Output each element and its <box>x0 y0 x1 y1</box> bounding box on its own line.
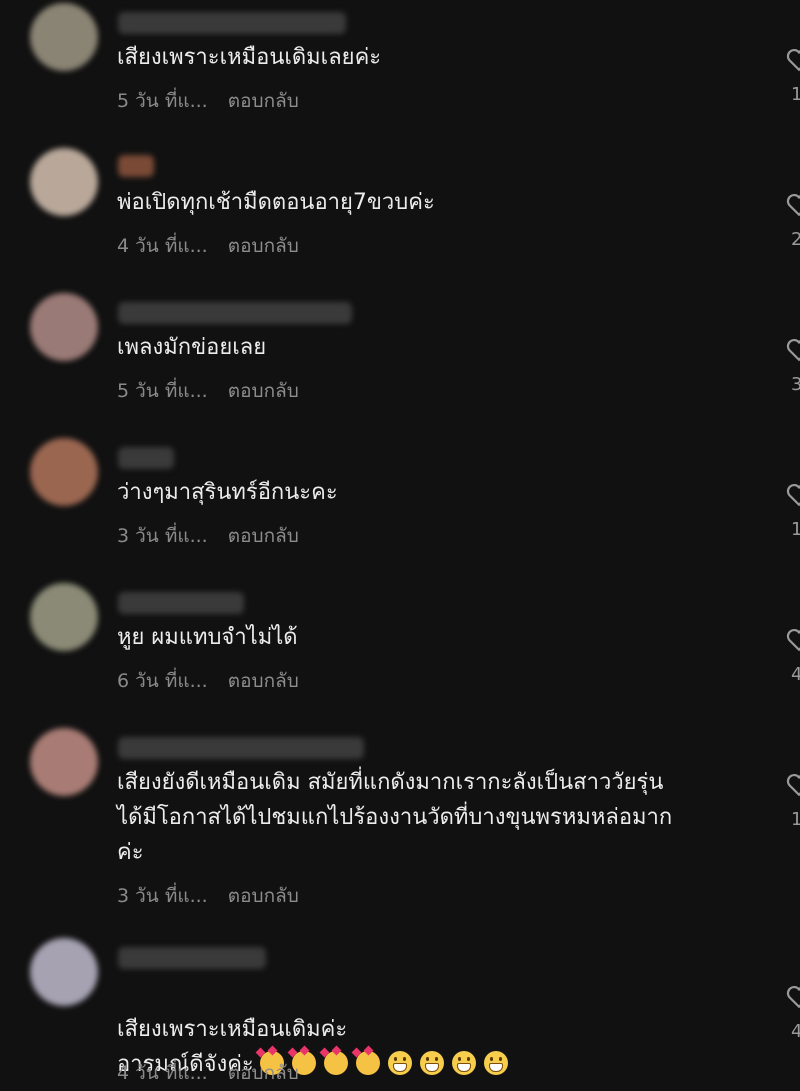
username-blurred[interactable] <box>118 592 244 614</box>
grinning-face-icon <box>483 1051 508 1075</box>
heart-outline-icon[interactable] <box>786 773 800 797</box>
heart-outline-icon[interactable] <box>786 193 800 217</box>
grinning-face-icon <box>387 1051 412 1075</box>
avatar[interactable] <box>30 938 98 1006</box>
comment-item: เสียงเพราะเหมือนเดิมเลยค่ะ 5 วัน ที่แ...… <box>0 0 800 140</box>
comment-meta: 3 วัน ที่แ... ตอบกลับ <box>117 881 299 911</box>
comment-item: ว่างๆมาสุรินทร์อีกนะคะ 3 วัน ที่แ... ตอบ… <box>0 435 800 575</box>
comment-meta: 5 วัน ที่แ... ตอบกลับ <box>117 86 299 116</box>
like-count: 4 <box>791 1021 800 1042</box>
reply-button[interactable]: ตอบกลับ <box>228 1062 299 1084</box>
reply-button[interactable]: ตอบกลับ <box>228 885 299 907</box>
comment-item: พ่อเปิดทุกเช้ามืดตอนอายุ7ขวบค่ะ 4 วัน ที… <box>0 145 800 285</box>
comment-time: 3 วัน ที่แ... <box>117 525 208 547</box>
comment-time: 4 วัน ที่แ... <box>117 235 208 257</box>
comment-meta: 4 วัน ที่แ... ตอบกลับ <box>117 231 299 261</box>
comment-text: ว่างๆมาสุรินทร์อีกนะคะ <box>117 480 338 505</box>
username-blurred[interactable] <box>118 12 346 34</box>
comment-meta: 6 วัน ที่แ... ตอบกลับ <box>117 666 299 696</box>
comment-text: เสียงยังดีเหมือนเดิม สมัยที่แกดังมากเราก… <box>117 770 673 865</box>
comment-meta: 3 วัน ที่แ... ตอบกลับ <box>117 521 299 551</box>
like-count: 2 <box>791 229 800 250</box>
comment-item: เสียงยังดีเหมือนเดิม สมัยที่แกดังมากเราก… <box>0 725 800 925</box>
comment-item: เพลงมักข่อยเลย 5 วัน ที่แ... ตอบกลับ 3 <box>0 290 800 430</box>
heart-outline-icon[interactable] <box>786 628 800 652</box>
username-blurred[interactable] <box>118 302 352 324</box>
like-count: 1 <box>791 84 800 105</box>
comment-text: พ่อเปิดทุกเช้ามืดตอนอายุ7ขวบค่ะ <box>117 190 435 215</box>
comment-time: 6 วัน ที่แ... <box>117 670 208 692</box>
comment-text: เสียงเพราะเหมือนเดิมเลยค่ะ <box>117 45 382 70</box>
avatar[interactable] <box>30 728 98 796</box>
like-count: 1 <box>791 519 800 540</box>
reply-button[interactable]: ตอบกลับ <box>228 235 299 257</box>
reply-button[interactable]: ตอบกลับ <box>228 525 299 547</box>
avatar[interactable] <box>30 583 98 651</box>
smiling-face-with-hearts-icon <box>323 1051 348 1075</box>
username-blurred[interactable] <box>118 447 174 469</box>
avatar[interactable] <box>30 438 98 506</box>
comment-time: 5 วัน ที่แ... <box>117 380 208 402</box>
like-count: 3 <box>791 374 800 395</box>
reply-button[interactable]: ตอบกลับ <box>228 90 299 112</box>
comment-time: 5 วัน ที่แ... <box>117 90 208 112</box>
avatar[interactable] <box>30 3 98 71</box>
avatar[interactable] <box>30 293 98 361</box>
username-blurred[interactable] <box>118 947 266 969</box>
like-count: 1 <box>791 809 800 830</box>
avatar[interactable] <box>30 148 98 216</box>
username-blurred[interactable] <box>118 737 364 759</box>
grinning-face-icon <box>451 1051 476 1075</box>
comment-text: หูย ผมแทบจำไม่ได้ <box>117 625 298 650</box>
heart-outline-icon[interactable] <box>786 985 800 1009</box>
comment-time: 3 วัน ที่แ... <box>117 885 208 907</box>
comment-item: หูย ผมแทบจำไม่ได้ 6 วัน ที่แ... ตอบกลับ … <box>0 580 800 720</box>
username-blurred[interactable] <box>118 155 154 177</box>
smiling-face-with-hearts-icon <box>355 1051 380 1075</box>
reply-button[interactable]: ตอบกลับ <box>228 380 299 402</box>
comment-item: เสียงเพราะเหมือนเดิมค่ะ อารมณ์ดีจังค่ะ 4… <box>0 935 800 1091</box>
like-count: 4 <box>791 664 800 685</box>
heart-outline-icon[interactable] <box>786 338 800 362</box>
heart-outline-icon[interactable] <box>786 48 800 72</box>
grinning-face-icon <box>419 1051 444 1075</box>
comment-meta: 5 วัน ที่แ... ตอบกลับ <box>117 376 299 406</box>
comment-text: เพลงมักข่อยเลย <box>117 335 267 360</box>
heart-outline-icon[interactable] <box>786 483 800 507</box>
comment-time: 4 วัน ที่แ... <box>117 1062 208 1084</box>
reply-button[interactable]: ตอบกลับ <box>228 670 299 692</box>
comment-meta: 4 วัน ที่แ... ตอบกลับ <box>117 1058 299 1088</box>
